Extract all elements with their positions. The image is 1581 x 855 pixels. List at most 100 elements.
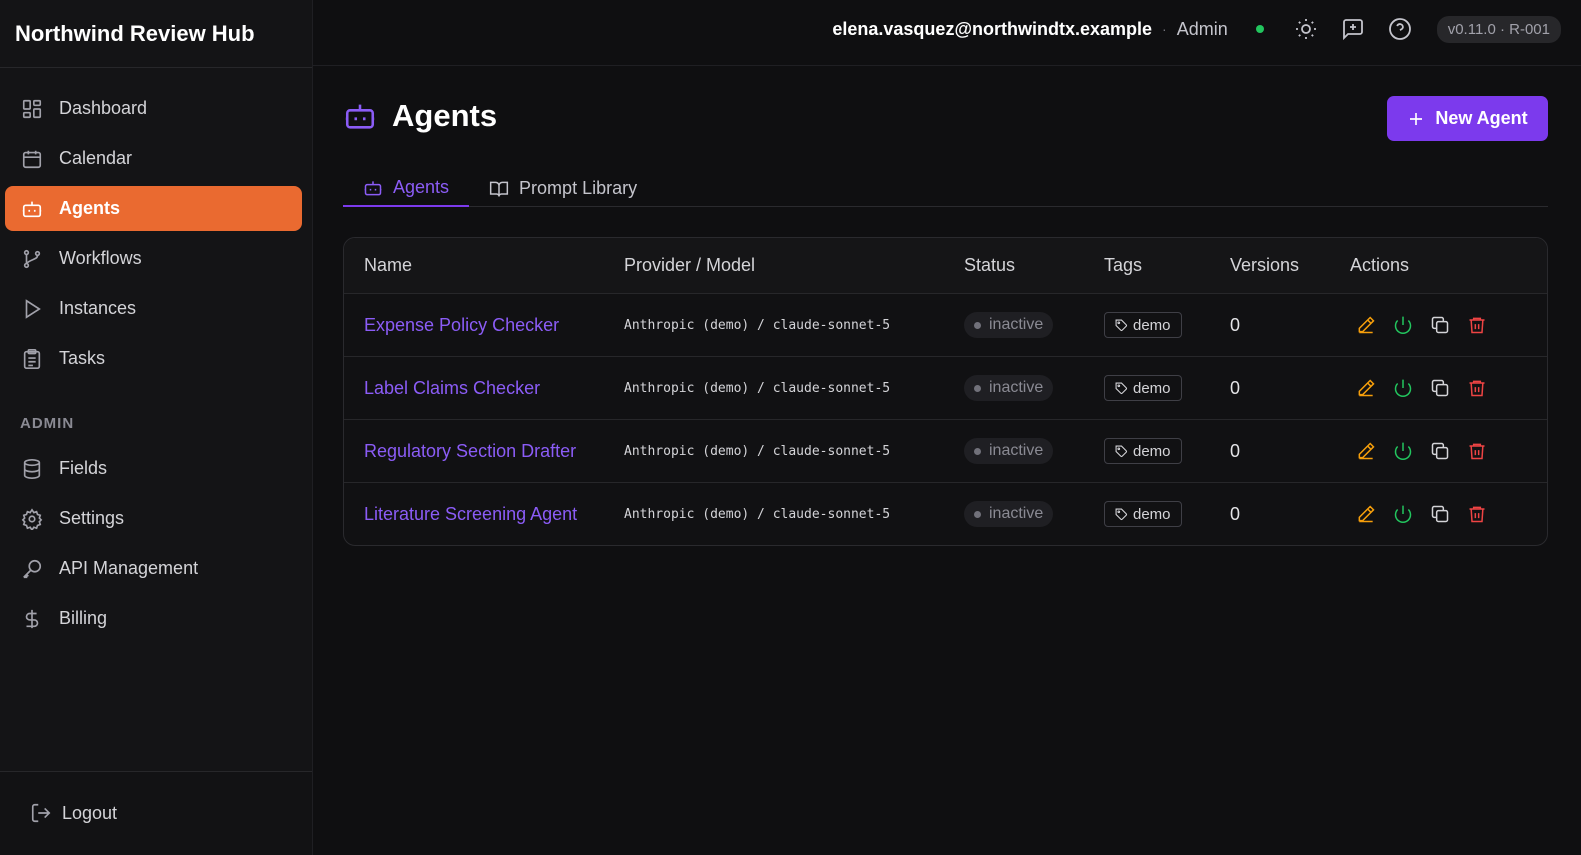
sidebar-item-label: Settings [59,508,125,528]
logout-button[interactable]: Logout [30,802,117,824]
duplicate-button[interactable] [1430,504,1450,524]
agent-name-link[interactable]: Literature Screening Agent [364,504,577,524]
status-text: inactive [989,505,1044,522]
calendar-icon [22,150,42,168]
top-bar: elena.vasquez@northwindtx.example · Admi… [313,0,1581,66]
delete-button[interactable] [1467,504,1487,524]
app-title: Northwind Review Hub [0,0,312,68]
sidebar-item-workflows[interactable]: Workflows [5,236,302,281]
versions-count: 0 [1230,314,1241,335]
sidebar-item-api-management[interactable]: API Management [5,546,302,591]
table-row: Regulatory Section Drafter Anthropic (de… [344,419,1547,482]
agent-name-link[interactable]: Expense Policy Checker [364,315,559,335]
sidebar-item-billing[interactable]: Billing [5,596,302,641]
user-role: Admin [1176,18,1228,39]
workflow-icon [23,249,41,268]
status-text: inactive [989,316,1044,333]
trash-icon [1469,443,1485,460]
new-agent-button[interactable]: New Agent [1387,96,1548,141]
tag-text: demo [1133,316,1171,334]
top-bar-right: elena.vasquez@northwindtx.example · Admi… [832,0,1561,58]
duplicate-button[interactable] [1430,378,1450,398]
sidebar-item-tasks[interactable]: Tasks [5,336,302,381]
status-badge: inactive [964,438,1054,464]
sidebar-item-label: Instances [59,298,137,318]
versions-count: 0 [1230,377,1241,398]
activate-button[interactable] [1393,504,1413,524]
page-title-text: Agents [392,98,498,133]
power-icon [1394,442,1412,461]
duplicate-button[interactable] [1430,315,1450,335]
user-email: elena.vasquez@northwindtx.example [832,18,1153,39]
column-header-provider: Provider / Model [624,255,756,275]
status-dot [974,384,981,392]
duplicate-button[interactable] [1430,441,1450,461]
sidebar: Northwind Review Hub Dashboard Calendar … [0,0,313,855]
sidebar-item-dashboard[interactable]: Dashboard [5,86,302,131]
delete-button[interactable] [1467,315,1487,335]
edit-icon [1358,316,1375,334]
sidebar-item-label: Agents [59,198,121,218]
sidebar-item-instances[interactable]: Instances [5,286,302,331]
delete-button[interactable] [1467,378,1487,398]
edit-button[interactable] [1356,504,1376,524]
sidebar-item-fields[interactable]: Fields [5,446,302,491]
activate-button[interactable] [1393,315,1413,335]
sidebar-footer: Logout [0,771,312,855]
sidebar-item-label: Fields [59,458,108,478]
tab-agents[interactable]: Agents [343,170,470,207]
dashboard-icon [22,99,42,118]
status-text: inactive [989,379,1044,396]
delete-button[interactable] [1467,441,1487,461]
sun-icon [1295,19,1316,39]
activate-button[interactable] [1393,441,1413,461]
online-status-dot [1255,25,1264,33]
theme-toggle-button[interactable] [1294,17,1318,41]
help-button[interactable] [1388,17,1412,41]
edit-icon [1358,442,1375,460]
tag-badge: demo [1104,438,1182,464]
admin-section-label: ADMIN [20,415,75,432]
power-icon [1394,316,1412,335]
sidebar-item-agents[interactable]: Agents [5,186,302,231]
status-badge: inactive [964,312,1054,338]
edit-button[interactable] [1356,441,1376,461]
row-actions [1350,315,1547,335]
row-actions [1350,504,1547,524]
logout-icon [31,803,51,823]
status-dot [974,510,981,518]
activate-button[interactable] [1393,378,1413,398]
row-actions [1350,441,1547,461]
tab-prompt-library[interactable]: Prompt Library [469,170,657,207]
gear-icon [21,507,43,530]
sidebar-item-label: Billing [59,608,108,628]
sidebar-item-calendar[interactable]: Calendar [5,136,302,181]
separator: · [1162,21,1167,37]
edit-button[interactable] [1356,378,1376,398]
tab-label: Agents [393,177,450,197]
key-icon [23,559,42,578]
sidebar-item-settings[interactable]: Settings [5,496,302,541]
book-open-icon [489,181,509,197]
help-icon [1388,18,1411,40]
sidebar-nav: Dashboard Calendar Agents Workflows Inst… [0,68,312,641]
page-header: Agents New Agent [343,66,1548,170]
provider-model: Anthropic (demo) / claude-sonnet-5 [624,381,891,396]
status-badge: inactive [964,375,1054,401]
play-icon [25,298,41,319]
bot-icon [345,104,375,129]
main-content: Agents New Agent Agents Prompt Library N… [343,66,1548,546]
provider-model: Anthropic (demo) / claude-sonnet-5 [624,318,891,333]
agent-name-link[interactable]: Regulatory Section Drafter [364,441,576,461]
logout-label: Logout [62,802,118,823]
versions-count: 0 [1230,440,1241,461]
agent-name-link[interactable]: Label Claims Checker [364,378,540,398]
sidebar-item-label: Dashboard [59,98,148,118]
sidebar-item-label: Tasks [59,348,106,368]
feedback-button[interactable] [1341,17,1365,41]
tag-text: demo [1133,442,1171,460]
version-badge: v0.11.0 · R-001 [1436,15,1561,43]
tag-icon [1115,508,1127,520]
bot-icon [364,180,382,195]
edit-button[interactable] [1356,315,1376,335]
